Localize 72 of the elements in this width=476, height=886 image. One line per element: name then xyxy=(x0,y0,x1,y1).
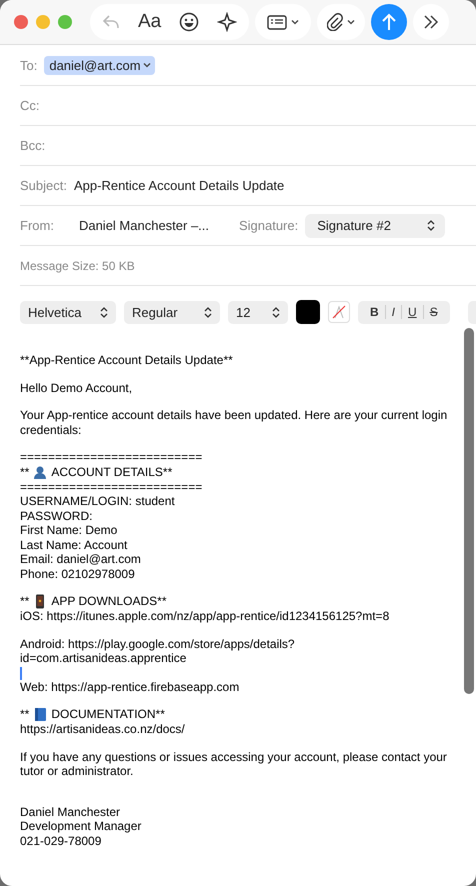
body-text: Email: daniel@art.com xyxy=(20,552,142,566)
field-label: From: xyxy=(20,218,54,233)
body-text: Daniel Manchester xyxy=(20,804,122,819)
body-text: Your App-rentice account details have been updated. Here are your current login credentials: xyxy=(20,408,448,437)
body-text: ========================== xyxy=(20,450,204,464)
body-text: Phone: 02102978009 xyxy=(20,566,136,581)
body-text: id=com.artisanideas.apprentice xyxy=(20,651,188,666)
field-label: To: xyxy=(20,58,38,72)
message-size-text: Message Size: 50 KB xyxy=(20,258,135,272)
body-text: ** xyxy=(20,464,30,480)
paperclip-icon xyxy=(327,13,344,31)
body-text: Web: https://app-rentice.firebaseapp.com xyxy=(20,680,240,694)
header-fields-button[interactable] xyxy=(255,4,312,40)
subject-field[interactable]: App-Rentice Account Details Update xyxy=(74,178,284,193)
body-text: Hello Demo Account, xyxy=(20,380,134,395)
body-text: DOCUMENTATION** xyxy=(51,707,165,722)
dropdown-icon xyxy=(142,62,151,68)
field-label: Cc: xyxy=(20,98,40,113)
text-style-button[interactable]: B xyxy=(364,305,386,319)
stepper-icon xyxy=(427,220,436,231)
body-text: ========================== xyxy=(20,480,204,494)
stepper-icon xyxy=(100,306,108,318)
person-icon xyxy=(34,466,46,478)
no-color-icon xyxy=(331,304,347,320)
zoom-button[interactable] xyxy=(58,15,72,29)
send-button[interactable] xyxy=(371,4,408,40)
field-label: Bcc: xyxy=(20,138,46,153)
field-label: Signature: xyxy=(238,218,298,233)
close-button[interactable] xyxy=(14,15,28,29)
text-style-button[interactable]: S xyxy=(424,305,444,319)
text-style-button[interactable]: I xyxy=(386,305,402,319)
more-button[interactable] xyxy=(413,4,450,40)
body-text: If you have any questions or issues accessing your account, please contact your tutor or administrator. xyxy=(20,750,448,778)
body-text: Development Manager xyxy=(20,819,142,834)
scrollbar-thumb[interactable] xyxy=(464,328,474,694)
signature-select[interactable]: Signature #2 xyxy=(305,214,446,238)
field-label: Subject: xyxy=(20,178,67,193)
body-text: https://artisanideas.co.nz/docs/ xyxy=(20,722,186,736)
stepper-icon xyxy=(204,306,212,318)
body-text: USERNAME/LOGIN: student xyxy=(20,494,176,508)
body-text: ** xyxy=(20,707,30,722)
body-text: ACCOUNT DETAILS** xyxy=(51,464,172,480)
chevron-icon xyxy=(291,19,300,25)
body-text: 021-029-78009 xyxy=(20,834,102,848)
phone-icon xyxy=(36,594,44,608)
body-text: ** xyxy=(20,594,30,609)
header-fields-icon xyxy=(267,14,288,30)
body-text: Android: https://play.google.com/store/apps/details? xyxy=(20,636,296,651)
background-color-button[interactable] xyxy=(328,301,350,323)
body-text: **App-Rentice Account Details Update** xyxy=(20,353,234,368)
font-select[interactable]: Helvetica xyxy=(20,300,116,324)
body-text: iOS: https://itunes.apple.com/nz/app/app-rentice/id1234156125?mt=8 xyxy=(20,609,390,624)
body-text: PASSWORD: xyxy=(20,508,94,523)
sparkle-icon[interactable] xyxy=(217,12,238,32)
body-text: Last Name: Account xyxy=(20,538,128,552)
from-field[interactable]: Daniel Manchester –... xyxy=(78,218,239,233)
style-select[interactable]: Regular xyxy=(124,300,220,324)
stepper-icon xyxy=(272,306,280,318)
book-icon xyxy=(35,708,46,721)
size-select[interactable]: 12 xyxy=(228,300,288,324)
arrow-up-icon xyxy=(382,13,396,31)
emoji-icon[interactable] xyxy=(179,12,200,32)
text-style-button[interactable]: U xyxy=(402,305,424,319)
chevron-icon xyxy=(347,19,356,25)
double-chevron-icon xyxy=(423,15,440,29)
recipient-token[interactable]: daniel@art.com xyxy=(44,56,155,74)
body-text: APP DOWNLOADS** xyxy=(51,594,166,609)
body-text: First Name: Demo xyxy=(20,523,118,538)
text-caret xyxy=(20,666,22,680)
text-color-swatch[interactable] xyxy=(296,300,320,324)
format-button[interactable]: Aa xyxy=(138,11,162,33)
attach-button[interactable] xyxy=(317,4,366,40)
